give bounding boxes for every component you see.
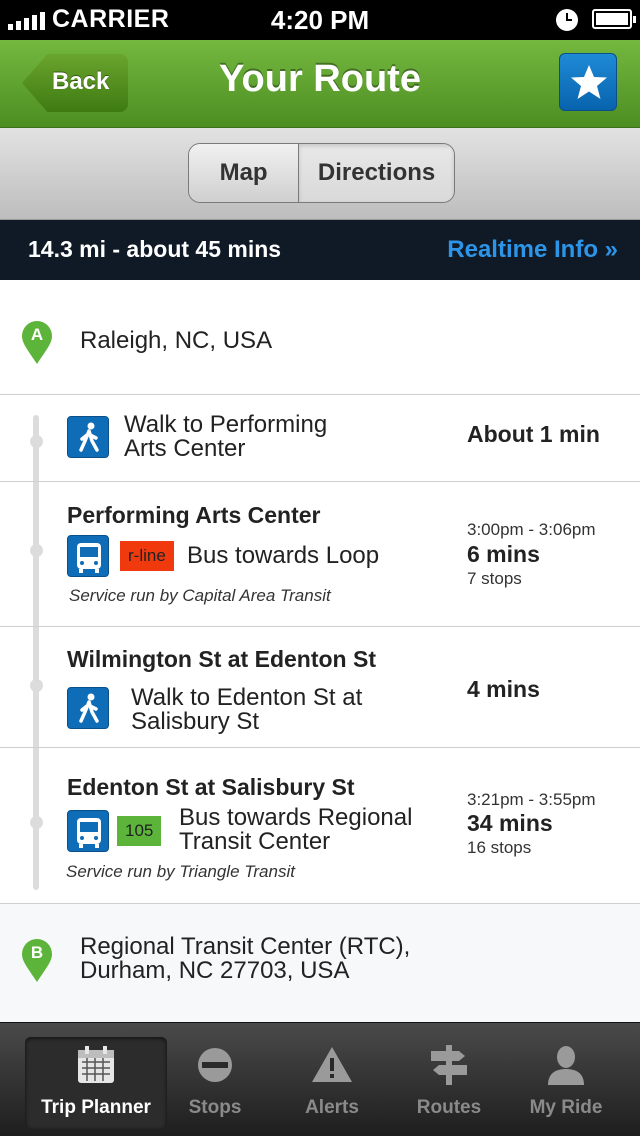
step-duration: About 1 min [467, 421, 600, 447]
origin-marker-label: A [30, 325, 44, 344]
step-duration: 4 mins [467, 676, 540, 702]
destination-marker-label: B [30, 943, 44, 962]
step-stop-name: Performing Arts Center [67, 502, 321, 528]
tab-my-ride[interactable]: My Ride [495, 1037, 637, 1129]
step-description-line2: Transit Center [179, 828, 331, 855]
step-time-range: 3:21pm - 3:55pm [467, 790, 596, 809]
step-description: Bus towards Loop [187, 542, 380, 569]
view-segmented-control: Map Directions [188, 143, 455, 203]
route-summary: 14.3 mi - about 45 mins [28, 236, 282, 262]
battery-icon [592, 9, 636, 29]
destination-row: B Regional Transit Center (RTC), Durham,… [0, 904, 640, 1022]
step-description-line2: Arts Center [124, 435, 246, 462]
destination-pin-icon: B [21, 939, 53, 983]
bus-icon [67, 535, 109, 577]
service-operator: Service run by Capital Area Transit [69, 586, 331, 605]
timeline-dot [30, 816, 43, 829]
step-description-line1: Walk to Performing [124, 411, 328, 438]
star-icon [571, 65, 607, 99]
origin-row: A Raleigh, NC, USA [0, 281, 640, 395]
bus-icon [67, 810, 109, 852]
step-description-line1: Walk to Edenton St at [131, 684, 363, 711]
tab-map[interactable]: Map [189, 144, 300, 202]
tab-bar: Trip Planner Stops Alerts Routes My Ride [0, 1022, 640, 1136]
timeline-dot [30, 679, 43, 692]
page-title: Your Route [219, 58, 421, 100]
step-duration: 6 mins [467, 541, 540, 567]
step-bus-2[interactable]: Edenton St at Salisbury St 105 Bus towar… [0, 748, 640, 904]
person-icon [548, 1046, 584, 1085]
step-description-line1: Bus towards Regional [179, 804, 413, 831]
status-time: 4:20 PM [270, 5, 370, 35]
stop-sign-icon [198, 1048, 232, 1082]
step-stop-count: 7 stops [467, 569, 522, 588]
step-time-range: 3:00pm - 3:06pm [467, 520, 596, 539]
tab-directions[interactable]: Directions [299, 144, 454, 202]
timeline-dot [30, 435, 43, 448]
warning-icon [312, 1047, 352, 1082]
route-badge: r-line [120, 541, 174, 571]
step-stop-name: Edenton St at Salisbury St [67, 774, 355, 800]
calendar-icon [78, 1046, 114, 1083]
tab-label: My Ride [529, 1097, 603, 1118]
alarm-icon [556, 9, 578, 31]
favorite-button[interactable] [559, 53, 617, 111]
view-toggle-bar: Map Directions [0, 128, 640, 220]
destination-address-line2: Durham, NC 27703, USA [80, 957, 350, 984]
step-duration: 34 mins [467, 810, 553, 836]
step-walk-1[interactable]: Walk to Performing Arts Center About 1 m… [0, 395, 640, 482]
signpost-icon [431, 1045, 467, 1085]
origin-pin-icon: A [21, 321, 53, 365]
origin-address: Raleigh, NC, USA [80, 327, 273, 354]
walk-icon [67, 416, 109, 458]
route-summary-bar: 14.3 mi - about 45 mins Realtime Info » [0, 220, 640, 280]
step-walk-2[interactable]: Wilmington St at Edenton St Walk to Eden… [0, 627, 640, 748]
step-description-line2: Salisbury St [131, 708, 260, 735]
step-stop-name: Wilmington St at Edenton St [67, 646, 376, 672]
status-bar: CARRIER 4:20 PM [0, 0, 640, 40]
realtime-info-link[interactable]: Realtime Info » [447, 236, 618, 264]
step-stop-count: 16 stops [467, 838, 532, 857]
destination-address-line1: Regional Transit Center (RTC), [80, 933, 411, 960]
route-badge: 105 [117, 816, 162, 846]
timeline-dot [30, 544, 43, 557]
step-bus-1[interactable]: Performing Arts Center r-line Bus toward… [0, 482, 640, 627]
service-operator: Service run by Triangle Transit [66, 862, 295, 881]
walk-icon [67, 687, 109, 729]
navigation-bar: Back Your Route [0, 40, 640, 128]
